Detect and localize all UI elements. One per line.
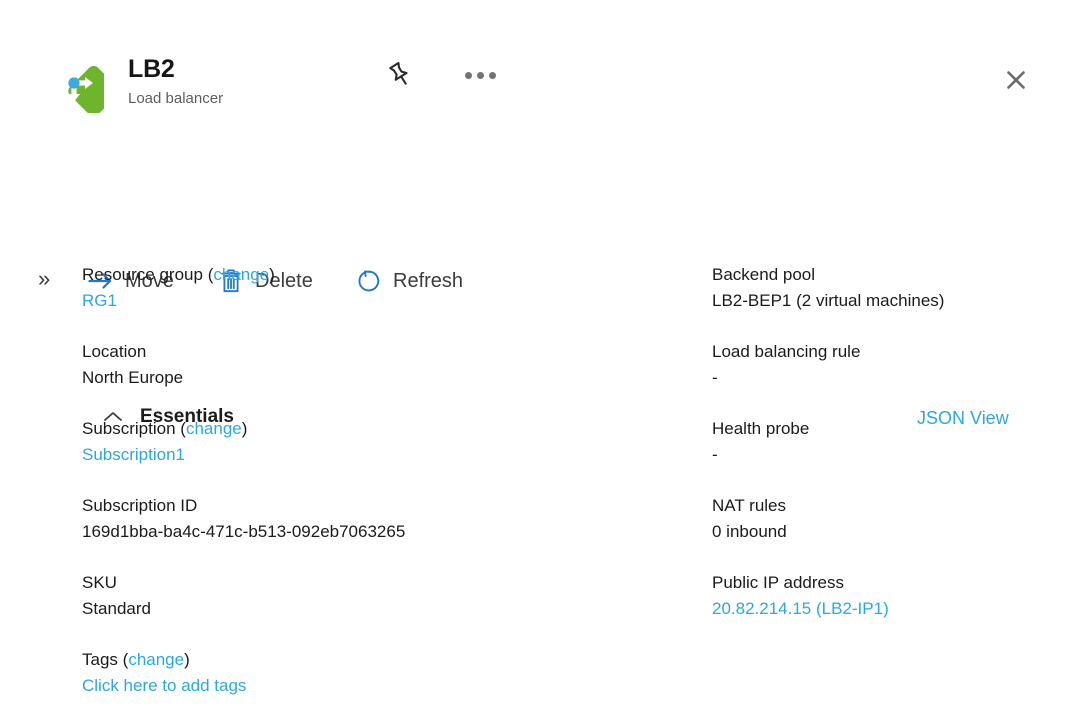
field-location: LocationNorth Europe: [82, 339, 682, 391]
change-link[interactable]: change: [186, 419, 242, 438]
field-backend-pool: Backend poolLB2-BEP1 (2 virtual machines…: [712, 262, 1062, 314]
field-subscription: Subscription (change)Subscription1: [82, 416, 682, 468]
field-tags: Tags (change)Click here to add tags: [82, 647, 682, 699]
field-label: SKU: [82, 570, 682, 596]
essentials-header: Essentials JSON View: [0, 200, 1071, 238]
field-label: Location: [82, 339, 682, 365]
overflow-chevron-icon[interactable]: »: [38, 264, 49, 294]
field-value: 169d1bba-ba4c-471c-b513-092eb7063265: [82, 519, 682, 545]
fields-column-right: Backend poolLB2-BEP1 (2 virtual machines…: [712, 262, 1062, 622]
change-link[interactable]: change: [128, 650, 184, 669]
field-label-text: Subscription: [82, 419, 180, 438]
paren-close: ): [184, 650, 190, 669]
ellipsis-dot: [489, 72, 496, 79]
field-public-ip-address: Public IP address20.82.214.15 (LB2-IP1): [712, 570, 1062, 622]
field-label: Backend pool: [712, 262, 1062, 288]
field-value: Standard: [82, 596, 682, 622]
paren-close: ): [269, 265, 275, 284]
field-health-probe: Health probe-: [712, 416, 1062, 468]
field-label: Health probe: [712, 416, 1062, 442]
field-label: Resource group (change): [82, 262, 682, 288]
field-value[interactable]: 20.82.214.15 (LB2-IP1): [712, 596, 1062, 622]
title-block: LB2 Load balancer: [128, 54, 223, 110]
field-resource-group: Resource group (change)RG1: [82, 262, 682, 314]
close-icon[interactable]: [996, 60, 1036, 100]
field-label: Subscription (change): [82, 416, 682, 442]
field-label: Subscription ID: [82, 493, 682, 519]
field-value[interactable]: Subscription1: [82, 442, 682, 468]
field-value: -: [712, 365, 1062, 391]
field-label-text: Resource group: [82, 265, 208, 284]
paren-close: ): [242, 419, 248, 438]
field-value: -: [712, 442, 1062, 468]
field-value: LB2-BEP1 (2 virtual machines): [712, 288, 1062, 314]
field-sku: SKUStandard: [82, 570, 682, 622]
field-label: NAT rules: [712, 493, 1062, 519]
field-label-text: Tags: [82, 650, 123, 669]
ellipsis-dot: [465, 72, 472, 79]
ellipsis-icon[interactable]: [461, 57, 499, 93]
field-value: North Europe: [82, 365, 682, 391]
field-label: Tags (change): [82, 647, 682, 673]
field-nat-rules: NAT rules0 inbound: [712, 493, 1062, 545]
field-load-balancing-rule: Load balancing rule-: [712, 339, 1062, 391]
field-label: Public IP address: [712, 570, 1062, 596]
field-value[interactable]: RG1: [82, 288, 682, 314]
ellipsis-dot: [477, 72, 484, 79]
load-balancer-icon: [44, 53, 104, 113]
resource-type-label: Load balancer: [128, 88, 223, 110]
fields-column-left: Resource group (change)RG1 LocationNorth …: [82, 262, 682, 699]
field-value: 0 inbound: [712, 519, 1062, 545]
field-subscription-id: Subscription ID169d1bba-ba4c-471c-b513-0…: [82, 493, 682, 545]
command-bar: » Move De: [0, 128, 1071, 178]
field-label: Load balancing rule: [712, 339, 1062, 365]
change-link[interactable]: change: [213, 265, 269, 284]
resource-header: LB2 Load balancer: [0, 0, 1071, 122]
pin-icon[interactable]: [381, 57, 417, 93]
page-title: LB2: [128, 54, 223, 84]
field-value[interactable]: Click here to add tags: [82, 673, 682, 699]
